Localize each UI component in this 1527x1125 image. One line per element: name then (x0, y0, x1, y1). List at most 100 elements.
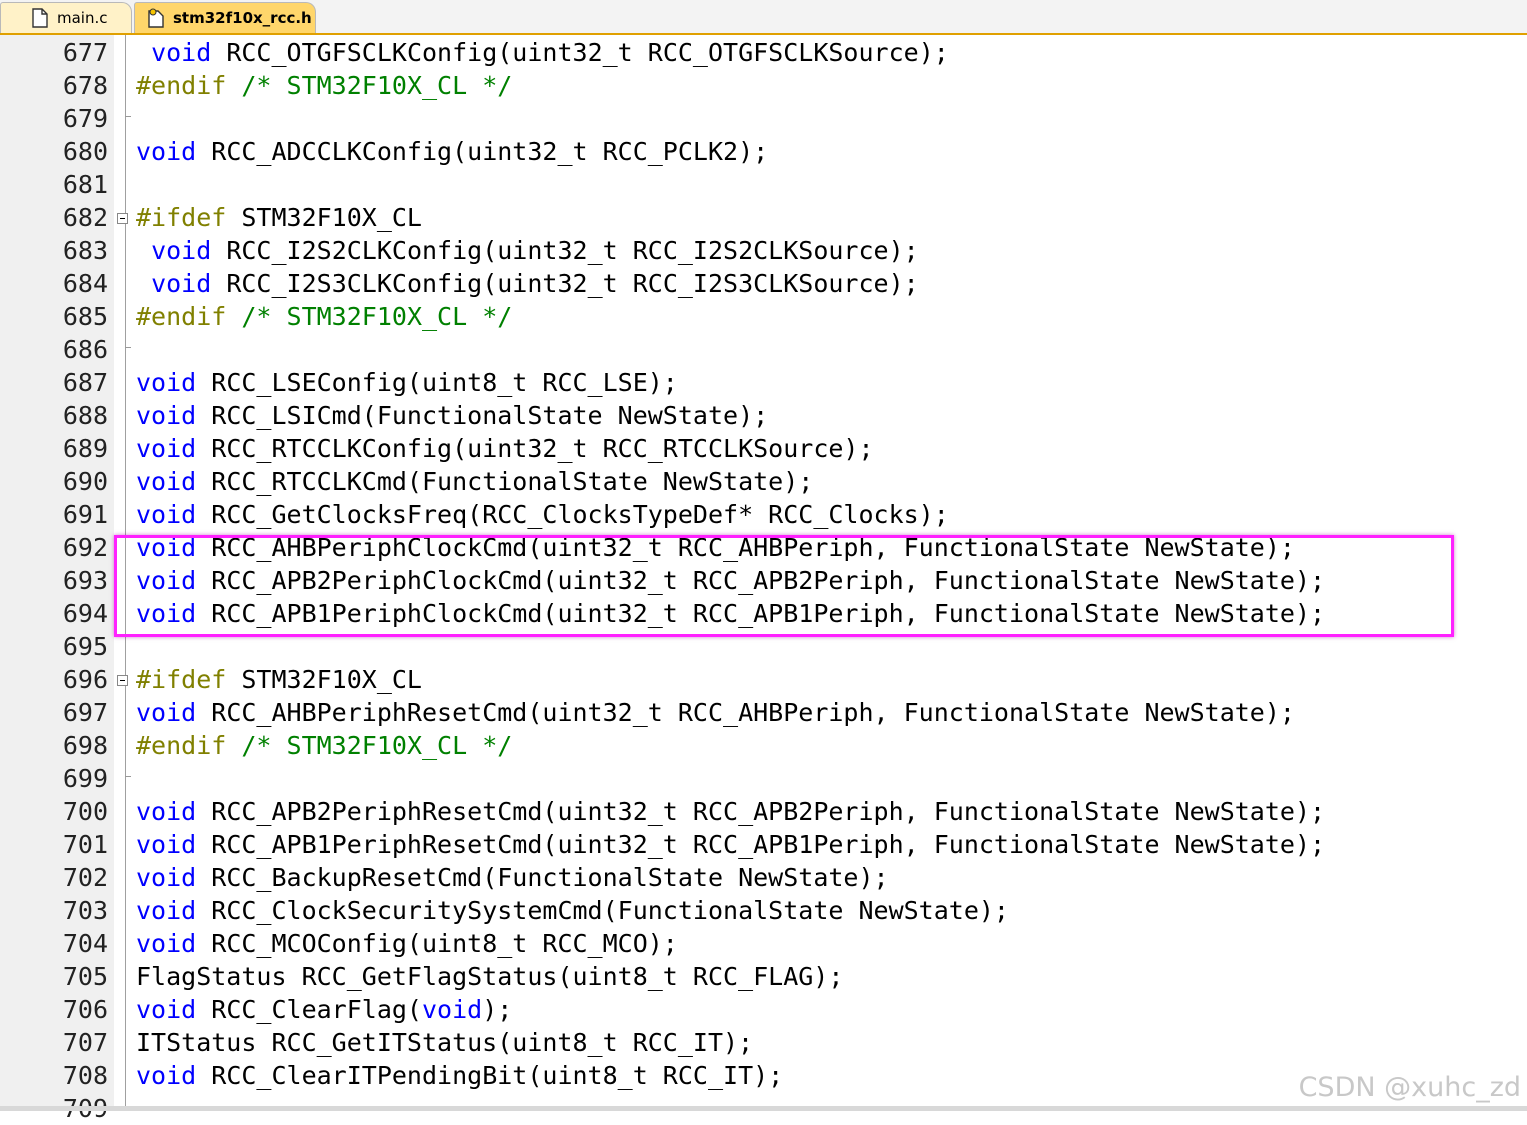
code-text: void RCC_APB1PeriphResetCmd(uint32_t RCC… (136, 828, 1325, 861)
keyword: void (136, 797, 197, 826)
line-number: 691 (62, 500, 108, 529)
preprocessor-directive: #endif (136, 302, 227, 331)
keyword: void (136, 401, 197, 430)
line-number: 677 (62, 38, 108, 67)
line-number: 684 (62, 269, 108, 298)
line-number: 694 (62, 599, 108, 628)
keyword: void (136, 1061, 197, 1090)
line-number: 687 (62, 368, 108, 397)
preprocessor-directive: #endif (136, 731, 227, 760)
line-number: 680 (62, 137, 108, 166)
code-token: STM32F10X_CL (226, 665, 422, 694)
line-number: 708 (62, 1061, 108, 1090)
code-text: void RCC_ClearITPendingBit(uint8_t RCC_I… (136, 1059, 783, 1092)
horizontal-scrollbar[interactable] (0, 1106, 1527, 1111)
fold-collapse-icon[interactable] (117, 213, 128, 224)
code-text: void RCC_MCOConfig(uint8_t RCC_MCO); (136, 927, 678, 960)
line-number: 704 (62, 929, 108, 958)
code-token: RCC_APB2PeriphResetCmd(uint32_t RCC_APB2… (196, 797, 1326, 826)
line-number: 699 (62, 764, 108, 793)
line-number: 697 (62, 698, 108, 727)
code-token: RCC_OTGFSCLKConfig(uint32_t RCC_OTGFSCLK… (211, 38, 949, 67)
comment: /* STM32F10X_CL */ (241, 731, 513, 760)
code-text: void RCC_AHBPeriphResetCmd(uint32_t RCC_… (136, 696, 1295, 729)
keyword: void (422, 995, 483, 1024)
code-text: #endif /* STM32F10X_CL */ (136, 69, 512, 102)
fold-collapse-icon[interactable] (117, 675, 128, 686)
code-text: void RCC_GetClocksFreq(RCC_ClocksTypeDef… (136, 498, 949, 531)
code-text: #endif /* STM32F10X_CL */ (136, 300, 512, 333)
code-text: ITStatus RCC_GetITStatus(uint8_t RCC_IT)… (136, 1026, 753, 1059)
keyword: void (136, 929, 197, 958)
keyword: void (151, 236, 212, 265)
keyword: void (136, 467, 197, 496)
code-token: FlagStatus RCC_GetFlagStatus(uint8_t RCC… (136, 962, 844, 991)
code-text: #ifdef STM32F10X_CL (136, 201, 422, 234)
code-token: RCC_I2S3CLKConfig(uint32_t RCC_I2S3CLKSo… (211, 269, 919, 298)
preprocessor-directive: #endif (136, 71, 227, 100)
line-number: 678 (62, 71, 108, 100)
keyword: void (136, 698, 197, 727)
file-icon (32, 8, 48, 28)
tab-main-c[interactable]: main.c (0, 2, 132, 33)
code-text: void RCC_ClockSecuritySystemCmd(Function… (136, 894, 1009, 927)
code-text: void RCC_RTCCLKConfig(uint32_t RCC_RTCCL… (136, 432, 874, 465)
fold-end-marker (125, 116, 131, 117)
code-token: RCC_ClearITPendingBit(uint8_t RCC_IT); (196, 1061, 784, 1090)
keyword: void (151, 38, 212, 67)
code-token: ITStatus RCC_GetITStatus(uint8_t RCC_IT)… (136, 1028, 754, 1057)
header-file-icon (148, 8, 164, 28)
keyword: void (136, 137, 197, 166)
line-number: 681 (62, 170, 108, 199)
keyword: void (136, 896, 197, 925)
code-token: RCC_RTCCLKCmd(FunctionalState NewState); (196, 467, 814, 496)
code-text: void RCC_APB2PeriphResetCmd(uint32_t RCC… (136, 795, 1325, 828)
line-number: 682 (62, 203, 108, 232)
line-number: 683 (62, 236, 108, 265)
highlight-box (114, 535, 1454, 637)
keyword: void (136, 500, 197, 529)
code-token: STM32F10X_CL (226, 203, 422, 232)
line-number: 700 (62, 797, 108, 826)
line-number: 707 (62, 1028, 108, 1057)
code-token: RCC_AHBPeriphResetCmd(uint32_t RCC_AHBPe… (196, 698, 1295, 727)
line-number: 679 (62, 104, 108, 133)
fold-end-marker (125, 347, 131, 348)
comment: /* STM32F10X_CL */ (241, 71, 513, 100)
code-token: RCC_RTCCLKConfig(uint32_t RCC_RTCCLKSour… (196, 434, 874, 463)
line-number: 689 (62, 434, 108, 463)
tab-stm32f10x-rcc-h[interactable]: stm32f10x_rcc.h (134, 2, 316, 33)
fold-end-marker (125, 776, 131, 777)
line-number: 686 (62, 335, 108, 364)
code-token: RCC_ClockSecuritySystemCmd(FunctionalSta… (196, 896, 1009, 925)
code-text: void RCC_ClearFlag(void); (136, 993, 512, 1026)
line-number: 696 (62, 665, 108, 694)
code-text: void RCC_OTGFSCLKConfig(uint32_t RCC_OTG… (136, 36, 949, 69)
code-text: #ifdef STM32F10X_CL (136, 663, 422, 696)
line-number: 698 (62, 731, 108, 760)
code-token: RCC_ADCCLKConfig(uint32_t RCC_PCLK2); (196, 137, 769, 166)
line-number: 693 (62, 566, 108, 595)
line-number: 690 (62, 467, 108, 496)
code-text: void RCC_RTCCLKCmd(FunctionalState NewSt… (136, 465, 813, 498)
code-text: void RCC_LSICmd(FunctionalState NewState… (136, 399, 768, 432)
keyword: void (136, 368, 197, 397)
watermark: CSDN @xuhc_zd (1298, 1072, 1521, 1103)
code-token: RCC_MCOConfig(uint8_t RCC_MCO); (196, 929, 678, 958)
preprocessor-directive: #ifdef (136, 203, 227, 232)
line-number: 702 (62, 863, 108, 892)
line-number: 701 (62, 830, 108, 859)
line-number: 705 (62, 962, 108, 991)
code-token: RCC_LSEConfig(uint8_t RCC_LSE); (196, 368, 678, 397)
code-text: void RCC_LSEConfig(uint8_t RCC_LSE); (136, 366, 678, 399)
code-token: RCC_BackupResetCmd(FunctionalState NewSt… (196, 863, 889, 892)
code-token: RCC_I2S2CLKConfig(uint32_t RCC_I2S2CLKSo… (211, 236, 919, 265)
code-text: void RCC_I2S3CLKConfig(uint32_t RCC_I2S3… (136, 267, 919, 300)
keyword: void (151, 269, 212, 298)
keyword: void (136, 995, 197, 1024)
editor-tab-bar: main.c stm32f10x_rcc.h (0, 0, 1527, 35)
line-number: 706 (62, 995, 108, 1024)
